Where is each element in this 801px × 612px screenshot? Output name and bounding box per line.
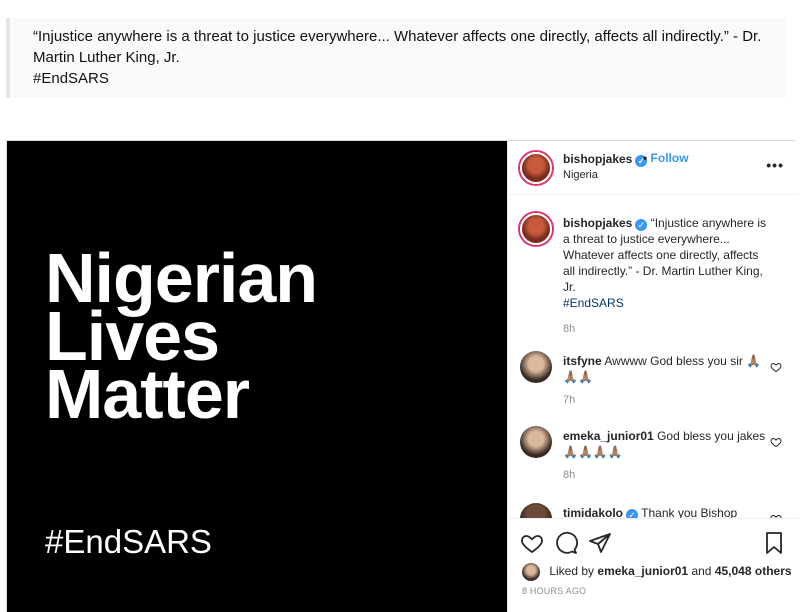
instagram-post: Nigerian Lives Matter #EndSARS bishopjak…: [6, 140, 798, 612]
comment-body: timidakolo ✓ Thank you Bishop: [563, 505, 773, 518]
comment-like-icon[interactable]: [770, 361, 782, 373]
quote-body: “Injustice anywhere is a threat to justi…: [33, 28, 762, 66]
caption-blockquote: “Injustice anywhere is a threat to justi…: [6, 18, 786, 98]
post-side-panel: bishopjakes ✓ • Follow Nigeria ••• bishop…: [507, 141, 798, 612]
bookmark-icon[interactable]: [762, 531, 786, 555]
comment-like-icon[interactable]: [770, 436, 782, 448]
share-icon[interactable]: [588, 531, 612, 555]
verified-badge-icon: ✓: [626, 509, 639, 518]
headline-line-3: Matter: [45, 355, 250, 433]
caption-username[interactable]: bishopjakes: [563, 216, 632, 230]
comment-item: timidakolo ✓ Thank you Bishop: [508, 503, 798, 518]
comment-body: emeka_junior01 God bless you jakes 🙏🏽🙏🏽🙏…: [563, 428, 773, 460]
comment-time[interactable]: 8h: [563, 469, 575, 481]
likes-count[interactable]: 45,048 others: [715, 564, 792, 578]
comment-username[interactable]: itsfyne: [563, 354, 602, 368]
author-username-text[interactable]: bishopjakes: [563, 152, 632, 166]
caption-body: bishopjakes ✓ “Injustice anywhere is a th…: [563, 215, 773, 311]
comment-avatar[interactable]: [520, 503, 552, 518]
post-image[interactable]: Nigerian Lives Matter #EndSARS: [7, 141, 507, 612]
follow-separator: •: [643, 151, 648, 165]
comment-text: Thank you Bishop: [641, 506, 738, 518]
image-headline: Nigerian Lives Matter: [45, 243, 318, 433]
comment-item: emeka_junior01 God bless you jakes 🙏🏽🙏🏽🙏…: [508, 426, 798, 486]
likes-prefix: Liked by: [549, 564, 595, 578]
liker-avatar[interactable]: [522, 562, 540, 581]
heart-icon[interactable]: [520, 531, 544, 555]
post-timestamp[interactable]: 8 HOURS AGO: [522, 586, 586, 596]
comment-time[interactable]: 7h: [563, 394, 575, 406]
author-username[interactable]: bishopjakes ✓: [563, 152, 648, 167]
likes-summary[interactable]: Liked by emeka_junior01 and 45,048 other…: [522, 561, 792, 581]
post-location[interactable]: Nigeria: [563, 169, 598, 181]
post-header: bishopjakes ✓ • Follow Nigeria •••: [508, 141, 798, 195]
comment-body: itsfyne Awwww God bless you sir 🙏🏽🙏🏽🙏🏽: [563, 353, 773, 385]
follow-button[interactable]: • Follow: [643, 151, 689, 165]
more-options-icon[interactable]: •••: [766, 157, 784, 173]
caption-time[interactable]: 8h: [563, 323, 575, 335]
liker-username[interactable]: emeka_junior01: [597, 564, 688, 578]
comments-list[interactable]: bishopjakes ✓ “Injustice anywhere is a th…: [508, 196, 798, 518]
comment-username[interactable]: timidakolo: [563, 506, 623, 518]
quote-hashtag[interactable]: #EndSARS: [33, 68, 773, 89]
verified-badge-icon: ✓: [635, 219, 648, 231]
author-avatar[interactable]: [520, 152, 552, 184]
comment-avatar[interactable]: [520, 351, 552, 383]
comment-icon[interactable]: [554, 531, 578, 555]
comment-avatar[interactable]: [520, 426, 552, 458]
comment-item: itsfyne Awwww God bless you sir 🙏🏽🙏🏽🙏🏽 7…: [508, 351, 798, 411]
caption-item: bishopjakes ✓ “Injustice anywhere is a th…: [508, 213, 798, 335]
comment-username[interactable]: emeka_junior01: [563, 429, 654, 443]
caption-hashtag[interactable]: #EndSARS: [563, 295, 773, 311]
likes-middle: and: [691, 564, 712, 578]
caption-avatar[interactable]: [520, 213, 552, 245]
post-actions: Liked by emeka_junior01 and 45,048 other…: [508, 518, 798, 612]
image-hashtag: #EndSARS: [45, 523, 212, 560]
follow-label[interactable]: Follow: [651, 151, 689, 165]
quote-text: “Injustice anywhere is a threat to justi…: [33, 26, 773, 89]
